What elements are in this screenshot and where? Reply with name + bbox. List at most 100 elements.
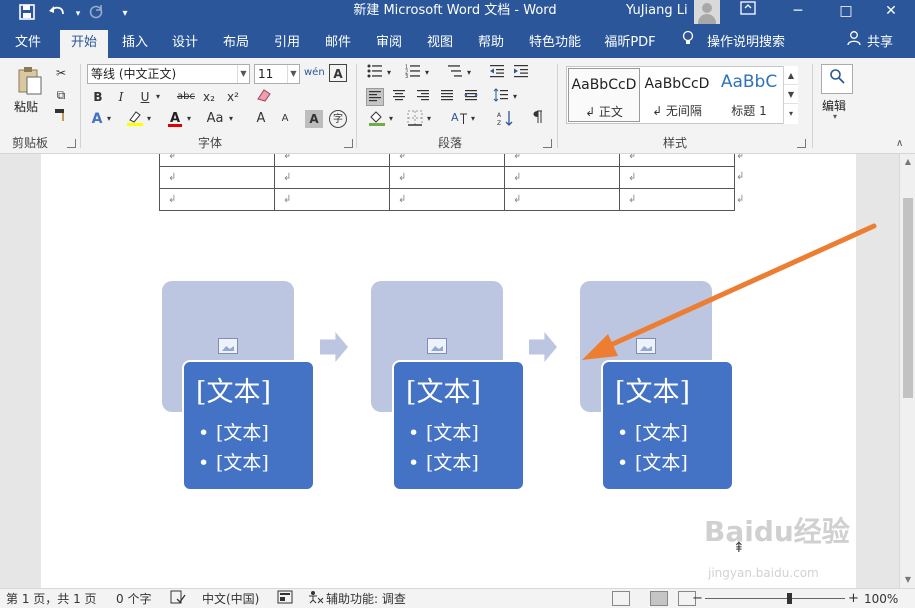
smartart-title[interactable]: [文本] — [615, 370, 690, 409]
style-heading-1[interactable]: AaBbC 标题 1 — [713, 68, 785, 122]
tab-design[interactable]: 设计 — [164, 30, 206, 58]
smartart-text-shape[interactable]: [文本] [文本] [文本] — [182, 360, 315, 491]
chevron-down-icon[interactable]: ▾ — [226, 110, 236, 128]
chevron-down-icon[interactable]: ▾ — [424, 110, 434, 128]
show-formatting-marks-icon[interactable] — [528, 110, 546, 128]
change-case-button[interactable]: Aa — [204, 110, 226, 128]
shading-icon[interactable] — [368, 110, 386, 128]
subscript-button[interactable]: x₂ — [200, 88, 218, 106]
page-count[interactable]: 第 1 页，共 1 页 — [6, 590, 97, 608]
tell-me-search[interactable]: 操作说明搜索 — [704, 30, 788, 58]
chevron-down-icon[interactable]: ▾ — [184, 110, 194, 128]
paste-button-label[interactable]: 粘贴 — [14, 98, 38, 115]
chevron-down-icon[interactable]: ▾ — [144, 110, 154, 128]
sort-icon[interactable]: AZ — [496, 110, 514, 128]
superscript-button[interactable]: x² — [224, 88, 242, 106]
tab-features[interactable]: 特色功能 — [524, 30, 586, 58]
tab-file[interactable]: 文件 — [6, 30, 50, 58]
customize-icon[interactable]: ▾ — [115, 4, 135, 24]
zoom-out-button[interactable]: − — [692, 590, 703, 608]
scrollbar-thumb[interactable] — [903, 198, 913, 398]
search-icon[interactable] — [821, 64, 853, 94]
share-button[interactable]: 共享 — [864, 30, 896, 58]
highlight-icon[interactable] — [126, 110, 144, 128]
chevron-down-icon[interactable]: ▼ — [287, 65, 299, 83]
chevron-down-icon[interactable]: ▾ — [833, 112, 837, 121]
tab-mailings[interactable]: 邮件 — [317, 30, 359, 58]
bold-button[interactable]: B — [89, 88, 107, 106]
tab-help[interactable]: 帮助 — [470, 30, 512, 58]
align-right-button[interactable] — [414, 88, 432, 106]
table-cell[interactable]: ↲ — [389, 166, 505, 189]
underline-button[interactable]: U — [136, 88, 154, 106]
smartart-bullet[interactable]: [文本] — [408, 418, 479, 448]
smartart-title[interactable]: [文本] — [406, 370, 481, 409]
enclose-characters-button[interactable]: 字 — [329, 110, 347, 128]
chevron-up-icon[interactable]: ▲ — [784, 66, 798, 85]
tab-home[interactable]: 开始 — [60, 30, 108, 58]
chevron-down-icon[interactable]: ▾ — [468, 110, 478, 128]
style-normal[interactable]: AaBbCcD ↲ 正文 — [568, 68, 640, 122]
accessibility-status[interactable]: 辅助功能: 调查 — [326, 590, 406, 608]
decrease-indent-icon[interactable] — [488, 64, 506, 82]
more-styles-icon[interactable]: ▾ — [784, 104, 798, 123]
picture-placeholder-icon[interactable] — [636, 338, 656, 354]
chevron-down-icon[interactable]: ▼ — [900, 572, 915, 588]
tab-foxit-pdf[interactable]: 福昕PDF — [596, 30, 664, 58]
zoom-slider[interactable] — [705, 593, 845, 604]
character-shading-button[interactable]: A — [305, 110, 323, 128]
read-mode-icon[interactable] — [612, 591, 630, 606]
word-count[interactable]: 0 个字 — [116, 590, 151, 608]
chevron-down-icon[interactable]: ▾ — [386, 110, 396, 128]
smartart-text-shape[interactable]: [文本] [文本] [文本] — [601, 360, 734, 491]
table-cell[interactable]: ↲ — [274, 154, 390, 167]
chevron-down-icon[interactable]: ▾ — [153, 88, 163, 106]
table-cell[interactable]: ↲ — [389, 188, 505, 211]
chevron-down-icon[interactable]: ▾ — [384, 64, 394, 82]
vertical-scrollbar[interactable]: ▲ ▼ — [899, 154, 915, 588]
tab-layout[interactable]: 布局 — [215, 30, 257, 58]
tab-view[interactable]: 视图 — [419, 30, 461, 58]
font-size-select[interactable]: 11 ▼ — [254, 64, 300, 84]
chevron-up-icon[interactable]: ▲ — [900, 154, 915, 170]
justify-button[interactable] — [438, 88, 456, 106]
chevron-down-icon[interactable]: ▾ — [104, 110, 114, 128]
collapse-ribbon-icon[interactable]: ∧ — [896, 138, 903, 149]
undo-dropdown-icon[interactable]: ▾ — [68, 4, 88, 24]
table-cell[interactable]: ↲ — [619, 188, 735, 211]
paragraph-launcher-icon[interactable] — [543, 139, 552, 148]
table-cell[interactable]: ↲ — [504, 166, 620, 189]
chevron-down-icon[interactable]: ▾ — [464, 64, 474, 82]
smartart-bullet[interactable]: [文本] — [617, 418, 688, 448]
smartart-bullet[interactable]: [文本] — [198, 448, 269, 478]
close-button[interactable]: ✕ — [873, 0, 909, 22]
multilevel-list-icon[interactable] — [446, 64, 464, 82]
table-cell[interactable]: ↲ — [159, 188, 275, 211]
picture-placeholder-icon[interactable] — [427, 338, 447, 354]
clear-formatting-icon[interactable] — [255, 88, 273, 106]
ribbon-display-icon[interactable] — [730, 0, 766, 22]
font-launcher-icon[interactable] — [344, 139, 353, 148]
table-cell[interactable]: ↲ — [274, 188, 390, 211]
language-indicator[interactable]: 中文(中国) — [202, 590, 259, 608]
tab-references[interactable]: 引用 — [266, 30, 308, 58]
macro-icon[interactable] — [277, 590, 293, 608]
table-cell[interactable]: ↲ — [504, 154, 620, 167]
chevron-down-icon[interactable]: ▾ — [510, 88, 520, 106]
save-icon[interactable] — [17, 4, 37, 24]
redo-icon[interactable] — [86, 4, 106, 24]
tab-review[interactable]: 审阅 — [368, 30, 410, 58]
document-table[interactable]: ↲ ↲ ↲ ↲ ↲ ↲ ↲ ↲ ↲ ↲ ↲ ↲ ↲ ↲ ↲ — [159, 154, 735, 211]
style-no-spacing[interactable]: AaBbCcD ↲ 无间隔 — [641, 68, 713, 122]
minimize-button[interactable]: ─ — [780, 0, 816, 22]
bullets-icon[interactable] — [366, 64, 384, 82]
picture-placeholder-icon[interactable] — [218, 338, 238, 354]
phonetic-guide-icon[interactable]: wén — [304, 64, 325, 82]
undo-icon[interactable] — [47, 4, 67, 24]
accessibility-icon[interactable] — [307, 590, 325, 608]
smartart-text-shape[interactable]: [文本] [文本] [文本] — [392, 360, 525, 491]
lightbulb-icon[interactable] — [678, 30, 698, 58]
table-cell[interactable]: ↲ — [159, 166, 275, 189]
table-cell[interactable]: ↲ — [619, 154, 735, 167]
font-color-icon[interactable]: A — [166, 110, 184, 128]
